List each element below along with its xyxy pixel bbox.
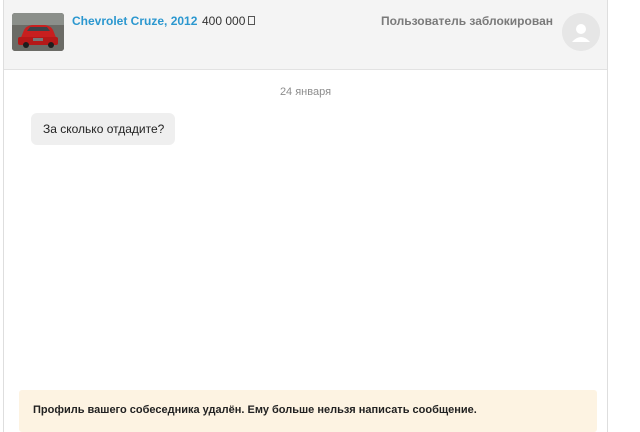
chat-header: Chevrolet Cruze, 2012 400 000 Пользовате… bbox=[4, 0, 607, 70]
user-status: Пользователь заблокирован bbox=[380, 14, 553, 28]
date-divider: 24 января bbox=[279, 86, 332, 98]
car-price-value: 400 000 bbox=[202, 14, 246, 28]
car-title-link[interactable]: Chevrolet Cruze, 2012 bbox=[72, 14, 197, 28]
message-bubble: За сколько отдадите? bbox=[31, 113, 176, 145]
ruble-icon bbox=[248, 16, 256, 25]
car-photo-icon bbox=[12, 13, 64, 51]
avatar[interactable] bbox=[562, 13, 600, 51]
car-price: 400 000 bbox=[202, 14, 256, 28]
user-avatar-icon bbox=[562, 13, 600, 51]
car-thumbnail[interactable] bbox=[12, 13, 64, 51]
profile-deleted-notice: Профиль вашего собеседника удалён. Ему б… bbox=[19, 390, 597, 432]
page: Chevrolet Cruze, 2012 400 000 Пользовате… bbox=[0, 0, 640, 432]
chat-panel: Chevrolet Cruze, 2012 400 000 Пользовате… bbox=[3, 0, 608, 432]
